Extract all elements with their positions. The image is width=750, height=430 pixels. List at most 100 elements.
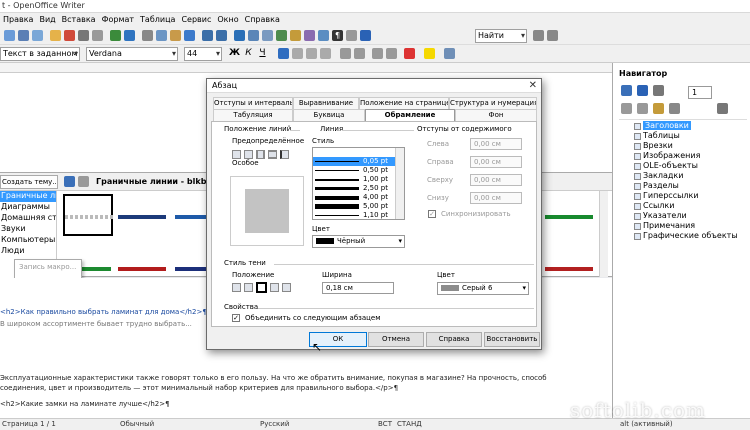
find-input[interactable]: Найти — [475, 29, 527, 43]
show-draw-icon[interactable] — [262, 30, 273, 41]
italic-button[interactable]: К — [242, 47, 255, 60]
tab-background[interactable]: Фон — [455, 109, 537, 121]
datasource-icon[interactable] — [318, 30, 329, 41]
align-justify-icon[interactable] — [320, 48, 331, 59]
line-style-option[interactable]: 4,00 pt — [313, 193, 397, 202]
preset-left-right-icon[interactable] — [256, 150, 265, 159]
shadow-color-select[interactable]: Серый 6 — [437, 282, 529, 295]
paragraph-style-select[interactable]: Текст в заданном фор — [0, 47, 80, 61]
navigator-item-sections[interactable]: Разделы — [643, 181, 679, 190]
paste-icon[interactable] — [170, 30, 181, 41]
border-line-thumb[interactable] — [118, 267, 166, 271]
autospell-icon[interactable] — [124, 30, 135, 41]
highlight-icon[interactable] — [424, 48, 435, 59]
spellcheck-icon[interactable] — [110, 30, 121, 41]
gallery-scrollbar[interactable] — [599, 191, 608, 277]
sync-checkbox[interactable]: ✓ — [428, 210, 436, 218]
border-line-thumb[interactable] — [118, 215, 166, 219]
navigator-item-ole-objects[interactable]: OLE-объекты — [643, 161, 698, 170]
navigator-prev-icon[interactable] — [653, 85, 664, 96]
clone-formatting-icon[interactable] — [184, 30, 195, 41]
merge-checkbox[interactable]: ✓ — [232, 314, 240, 322]
menu-format[interactable]: Формат — [99, 13, 137, 24]
increase-indent-icon[interactable] — [386, 48, 397, 59]
navigator-item-indexes[interactable]: Указатели — [643, 211, 687, 220]
preset-none-icon[interactable] — [232, 150, 241, 159]
navigator-item-drawing-objects[interactable]: Графические объекты — [643, 231, 738, 240]
bold-button[interactable]: Ж — [228, 47, 241, 60]
decrease-indent-icon[interactable] — [372, 48, 383, 59]
find-replace-icon[interactable] — [276, 30, 287, 41]
shadow-none-icon[interactable] — [232, 283, 241, 292]
tab-tabs[interactable]: Табуляция — [213, 109, 293, 121]
gallery-icon[interactable] — [304, 30, 315, 41]
print-icon[interactable] — [78, 30, 89, 41]
cancel-button[interactable]: Отмена — [368, 332, 424, 347]
navigator-demote-icon[interactable] — [717, 103, 728, 114]
menu-window[interactable]: Окно — [214, 13, 241, 24]
find-next-icon[interactable] — [547, 30, 558, 41]
line-color-select[interactable]: Чёрный — [312, 235, 405, 248]
help-button[interactable]: Справка — [426, 332, 482, 347]
menu-table[interactable]: Таблица — [137, 13, 178, 24]
background-color-icon[interactable] — [444, 48, 455, 59]
navigator-drag-icon[interactable] — [637, 103, 648, 114]
bullets-icon[interactable] — [354, 48, 365, 59]
navigator-item-images[interactable]: Изображения — [643, 151, 700, 160]
theme-item[interactable]: Компьютеры — [0, 235, 56, 246]
spacing-top-field[interactable]: 0,00 см — [470, 174, 522, 186]
redo-icon[interactable] — [216, 30, 227, 41]
tab-outline-numbering[interactable]: Структура и нумерация — [449, 97, 537, 109]
line-style-option[interactable]: 0,05 pt — [313, 157, 397, 166]
navigator-item-references[interactable]: Ссылки — [643, 201, 674, 210]
navigator-item-frames[interactable]: Врезки — [643, 141, 673, 150]
font-name-select[interactable]: Verdana — [86, 47, 178, 61]
close-icon[interactable]: ✕ — [529, 80, 537, 91]
mail-icon[interactable] — [32, 30, 43, 41]
help-icon[interactable] — [360, 30, 371, 41]
border-preview[interactable] — [230, 176, 304, 246]
theme-item[interactable]: Домашняя страни — [0, 213, 56, 224]
preset-box-icon[interactable] — [244, 150, 253, 159]
align-center-icon[interactable] — [292, 48, 303, 59]
line-style-list[interactable]: 1,10 pt 5,00 pt 4,00 pt 2,50 pt 1,00 pt 0,50 … — [312, 147, 405, 220]
gallery-thumb-selected[interactable] — [63, 194, 113, 236]
shadow-top-left-icon[interactable] — [282, 283, 291, 292]
theme-item[interactable]: Люди — [0, 246, 56, 257]
tab-indents-spacing[interactable]: Отступы и интервалы — [213, 97, 293, 109]
numbering-icon[interactable] — [340, 48, 351, 59]
line-style-option[interactable]: 1,10 pt — [313, 211, 397, 219]
new-theme-button[interactable]: Создать тему... — [0, 175, 58, 189]
theme-item[interactable]: Граничные линии — [0, 191, 56, 202]
navigator-content-icon[interactable] — [653, 103, 664, 114]
font-size-select[interactable]: 44 — [184, 47, 222, 61]
status-selection-mode[interactable]: СТАНД — [397, 420, 422, 428]
record-macro-menu-item[interactable]: Запись макро... — [15, 260, 81, 274]
font-color-icon[interactable] — [404, 48, 415, 59]
navigator-toggle-icon[interactable] — [621, 85, 632, 96]
shadow-bottom-right-icon[interactable] — [244, 283, 253, 292]
menu-insert[interactable]: Вставка — [59, 13, 99, 24]
menu-tools[interactable]: Сервис — [178, 13, 214, 24]
navigator-help-icon[interactable] — [637, 85, 648, 96]
border-line-thumb[interactable] — [545, 215, 593, 219]
copy-icon[interactable] — [156, 30, 167, 41]
border-line-thumb[interactable] — [545, 267, 593, 271]
line-style-option[interactable]: 5,00 pt — [313, 202, 397, 211]
spacing-bottom-field[interactable]: 0,00 см — [470, 192, 522, 204]
navigator-item-bookmarks[interactable]: Закладки — [643, 171, 683, 180]
shadow-width-field[interactable]: 0,18 см — [322, 282, 394, 294]
navigator-page-spinner[interactable]: 1 — [688, 86, 712, 99]
preset-top-bottom-icon[interactable] — [268, 150, 277, 159]
hyperlink-icon[interactable] — [234, 30, 245, 41]
undo-icon[interactable] — [202, 30, 213, 41]
line-style-option[interactable] — [313, 148, 397, 157]
spacing-right-field[interactable]: 0,00 см — [470, 156, 522, 168]
save-icon[interactable] — [18, 30, 29, 41]
align-left-icon[interactable] — [278, 48, 289, 59]
preset-left-icon[interactable] — [280, 150, 289, 159]
tab-text-flow[interactable]: Положение на странице — [359, 97, 449, 109]
navigator-item-headings[interactable]: Заголовки — [643, 121, 691, 130]
status-insert-mode[interactable]: ВСТ — [378, 420, 392, 428]
detail-view-icon[interactable] — [78, 176, 89, 187]
